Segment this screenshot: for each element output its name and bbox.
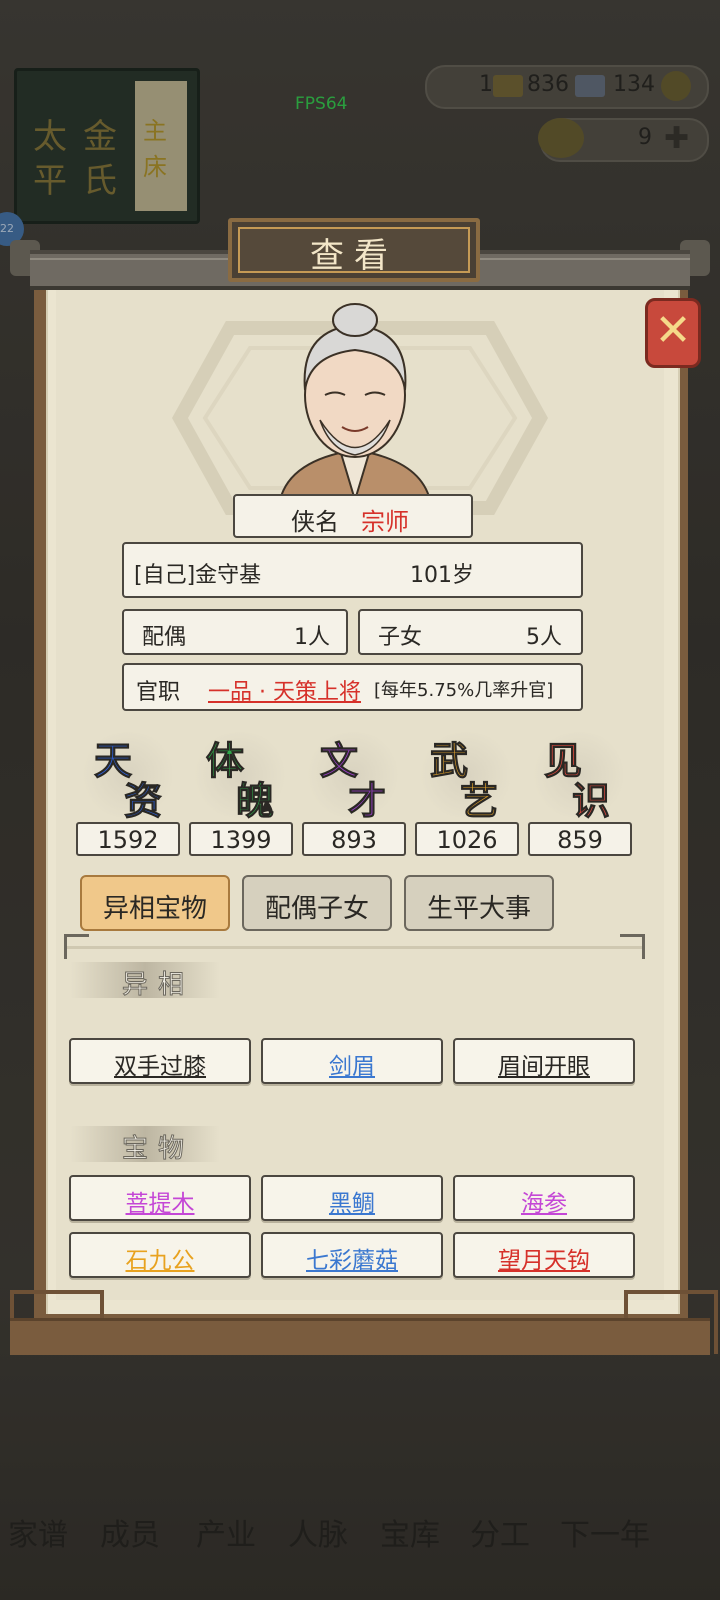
office-promotion-note: [每年5.75%几率升官] [374, 680, 554, 701]
close-button[interactable]: ✕ [645, 298, 701, 368]
nickname-label: 侠名 [291, 508, 339, 536]
children-box: 子女 5人 [358, 609, 583, 655]
nickname-box: 侠名 宗师 [233, 494, 473, 538]
treasure-item[interactable]: 望月天钩 [453, 1232, 635, 1278]
character-name: [自己]金守基 [134, 563, 262, 588]
treasure-item[interactable]: 海参 [453, 1175, 635, 1221]
section-title: 宝物 [121, 1134, 195, 1165]
treasure-item[interactable]: 黑鲷 [261, 1175, 443, 1221]
attr-value-box: 1399 [189, 822, 293, 856]
attr-value-box: 859 [528, 822, 632, 856]
spouse-box: 配偶 1人 [122, 609, 348, 655]
section-title: 异相 [121, 970, 195, 1001]
trait-item[interactable]: 剑眉 [261, 1038, 443, 1084]
trait-label: 双手过膝 [114, 1054, 206, 1080]
section-label-treasures: 宝物 [70, 1126, 220, 1165]
treasure-label: 七彩蘑菇 [306, 1248, 398, 1274]
attr-value-martial: 1026 [436, 826, 498, 854]
dialog-title: 查看 [310, 236, 398, 276]
office-label: 官职 [136, 680, 181, 705]
trait-item[interactable]: 双手过膝 [69, 1038, 251, 1084]
corner-ornament [64, 934, 89, 959]
attr-value-box: 1592 [76, 822, 180, 856]
trait-item[interactable]: 眉间开眼 [453, 1038, 635, 1084]
divider [64, 946, 642, 949]
section-label-traits: 异相 [70, 962, 220, 1001]
attr-value-insight: 859 [557, 826, 603, 854]
children-label: 子女 [378, 625, 423, 650]
office-box: 官职 一品 · 天策上将 [每年5.75%几率升官] [122, 663, 583, 711]
trait-label: 眉间开眼 [498, 1054, 590, 1080]
treasure-label: 望月天钩 [498, 1248, 590, 1274]
corner-ornament [620, 934, 645, 959]
spouse-count: 1人 [294, 625, 330, 650]
attr-name-aptitude: 资 [123, 778, 163, 824]
attr-value-box: 1026 [415, 822, 519, 856]
office-title-link[interactable]: 一品 · 天策上将 [208, 674, 361, 706]
tab-label: 异相宝物 [102, 894, 207, 924]
treasure-item[interactable]: 菩提木 [69, 1175, 251, 1221]
attr-name-martial: 艺 [459, 778, 499, 824]
tab-life-events[interactable]: 生平大事 [404, 875, 554, 931]
tab-traits-treasures[interactable]: 异相宝物 [80, 875, 230, 931]
name-age-box: [自己]金守基 101岁 [122, 542, 583, 598]
trait-label: 剑眉 [329, 1054, 375, 1080]
attr-value-box: 893 [302, 822, 406, 856]
attr-value-physique: 1399 [210, 826, 272, 854]
treasure-label: 黑鲷 [329, 1191, 375, 1217]
spouse-label: 配偶 [142, 625, 187, 650]
attr-name-insight: 识 [571, 778, 611, 824]
nickname-value: 宗师 [361, 508, 409, 536]
attr-value-aptitude: 1592 [97, 826, 159, 854]
treasure-label: 海参 [521, 1191, 567, 1217]
dialog-title-plate: 查看 [228, 218, 480, 282]
tab-spouse-children[interactable]: 配偶子女 [242, 875, 392, 931]
treasure-label: 菩提木 [125, 1191, 195, 1217]
children-count: 5人 [526, 625, 562, 650]
attr-value-literary: 893 [331, 826, 377, 854]
tab-label: 生平大事 [426, 894, 531, 924]
character-age: 101岁 [410, 563, 474, 588]
treasure-item[interactable]: 石九公 [69, 1232, 251, 1278]
close-icon: ✕ [654, 305, 692, 356]
character-portrait [278, 303, 432, 500]
tab-label: 配偶子女 [264, 894, 369, 924]
treasure-label: 石九公 [125, 1248, 195, 1274]
dialog-base [10, 1318, 710, 1355]
attr-name-physique: 魄 [235, 778, 275, 824]
attr-name-literary: 才 [347, 778, 387, 824]
treasure-item[interactable]: 七彩蘑菇 [261, 1232, 443, 1278]
